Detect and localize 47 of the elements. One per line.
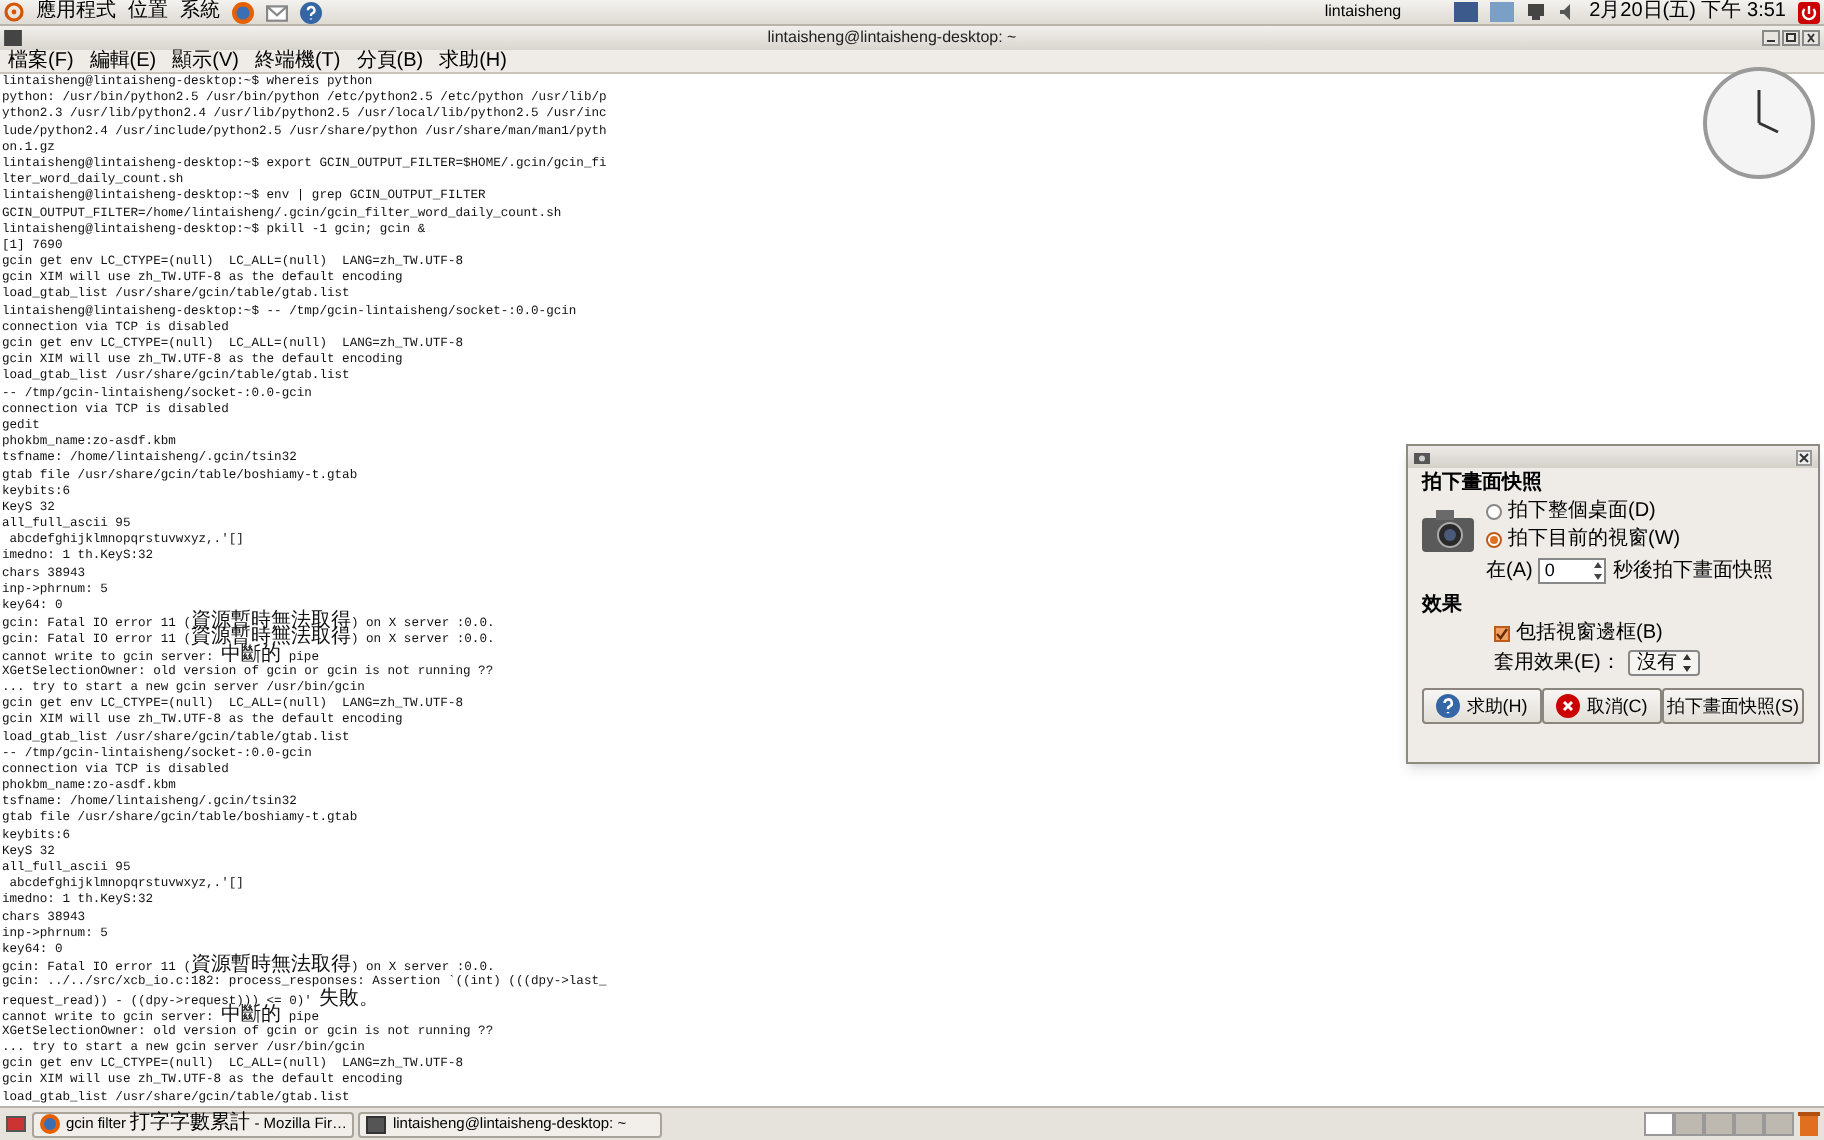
help-icon (1436, 694, 1461, 718)
menu-item[interactable]: 求助(H) (439, 51, 507, 71)
power-icon[interactable] (1798, 1, 1820, 23)
mail-icon[interactable] (266, 1, 288, 23)
panel-menu[interactable]: 位置 (128, 2, 168, 22)
monitor-icon[interactable] (1525, 2, 1546, 22)
border-option[interactable]: 包括視窗邊框(B) (1494, 622, 1804, 646)
maximize-icon[interactable] (1782, 30, 1800, 46)
effect-label: 套用效果(E)： (1494, 653, 1621, 673)
menu-item[interactable]: 顯示(V) (172, 51, 239, 71)
radio-button[interactable] (1486, 504, 1502, 520)
menu-item[interactable]: 檔案(F) (8, 51, 74, 71)
delay-label: 在(A) (1486, 561, 1533, 581)
globe-icon (40, 1114, 60, 1134)
checkbox[interactable] (1494, 626, 1510, 642)
close-icon[interactable] (1802, 30, 1820, 46)
section-heading: 效果 (1422, 594, 1464, 618)
window-title: lintaisheng@lintaisheng-desktop: ~ (767, 30, 1017, 46)
menu-item[interactable]: 編輯(E) (89, 51, 157, 71)
globe-icon[interactable] (232, 1, 254, 23)
delay-spinbox[interactable]: 0 (1538, 558, 1607, 584)
user-name[interactable]: lintaisheng (1324, 4, 1402, 20)
dialog-button[interactable]: 取消(C) (1542, 688, 1662, 724)
radio-button[interactable] (1486, 532, 1502, 548)
cancel-icon (1556, 694, 1581, 718)
panel-menu[interactable]: 系統 (180, 2, 220, 22)
radio-option[interactable]: 拍下目前的視窗(W) (1486, 528, 1773, 552)
delay-suffix: 秒後拍下畫面快照 (1612, 561, 1773, 581)
section-heading: 拍下畫面快照 (1422, 472, 1544, 496)
logo-icon (4, 2, 24, 22)
camera-icon (1422, 508, 1474, 552)
select-arrows-icon (1682, 654, 1693, 672)
help-icon[interactable] (300, 1, 322, 23)
spin-arrows-icon[interactable] (1592, 560, 1605, 582)
dialog-button[interactable]: 求助(H) (1422, 688, 1542, 724)
radio-option[interactable]: 拍下整個桌面(D) (1486, 500, 1773, 524)
minimize-icon[interactable] (1762, 30, 1780, 46)
dialog-button[interactable]: 拍下畫面快照(S) (1662, 688, 1804, 724)
menu-item[interactable]: 分頁(B) (356, 51, 424, 71)
show-desktop-icon[interactable] (4, 1112, 28, 1136)
camera-icon (1414, 450, 1430, 464)
menu-item[interactable]: 終端機(T) (254, 51, 341, 71)
close-icon[interactable] (1796, 449, 1812, 465)
workspace-switcher[interactable] (1644, 1112, 1794, 1136)
effect-select[interactable]: 沒有 (1628, 650, 1701, 676)
panel-clock[interactable]: 2月20日(五) 下午 3:51 (1589, 2, 1786, 22)
trash-icon[interactable] (1798, 1112, 1820, 1136)
